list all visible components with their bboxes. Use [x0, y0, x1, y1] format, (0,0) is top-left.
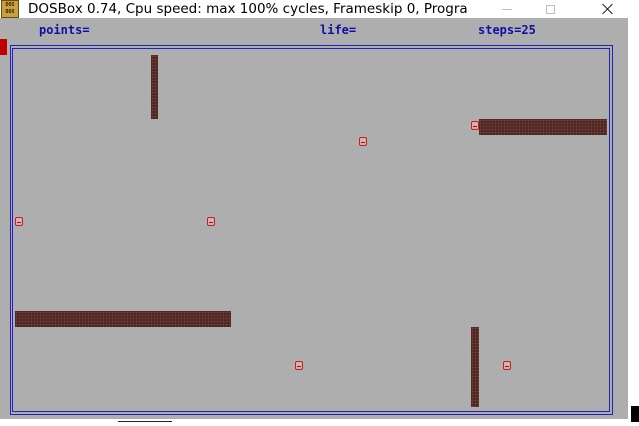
points-display: points=	[39, 23, 90, 37]
close-button[interactable]	[585, 0, 631, 18]
taskbar-glyph	[118, 421, 172, 426]
food-item	[207, 217, 215, 226]
wall-vertical-bottom-right	[471, 327, 479, 407]
maximize-icon	[545, 4, 555, 14]
food-item	[503, 361, 511, 370]
wall-vertical-top-left	[151, 55, 158, 119]
cursor-block	[0, 39, 7, 55]
taskbar-sliver	[0, 419, 628, 426]
title-bar[interactable]: DOS BOX DOSBox 0.74, Cpu speed: max 100%…	[0, 0, 639, 18]
food-item	[295, 361, 303, 370]
close-icon	[602, 3, 614, 15]
maximize-button[interactable]	[527, 0, 573, 18]
window-title: DOSBox 0.74, Cpu speed: max 100% cycles,…	[28, 1, 468, 17]
icon-text-top: DOS	[5, 2, 15, 8]
dosbox-window: DOS BOX DOSBox 0.74, Cpu speed: max 100%…	[0, 0, 639, 426]
life-label: life=	[320, 23, 357, 37]
wall-horizontal-right	[479, 119, 607, 135]
dosbox-icon[interactable]: DOS BOX	[1, 0, 19, 18]
food-item	[471, 121, 479, 130]
food-item	[359, 137, 367, 146]
food-item	[15, 217, 23, 226]
steps-value: 25	[521, 23, 536, 37]
life-display: life=	[320, 23, 356, 37]
steps-display: steps=25	[478, 23, 536, 37]
points-label: points=	[39, 23, 90, 37]
icon-text-bottom: BOX	[5, 9, 15, 15]
corner-block	[631, 406, 639, 422]
wall-horizontal-bottom-left	[15, 311, 231, 327]
minimize-button[interactable]	[484, 0, 530, 18]
playfield-border-inner	[12, 48, 610, 412]
minimize-icon	[502, 8, 512, 10]
dos-screen[interactable]: points= life= steps=25	[0, 18, 639, 426]
steps-label: steps=	[478, 23, 522, 37]
